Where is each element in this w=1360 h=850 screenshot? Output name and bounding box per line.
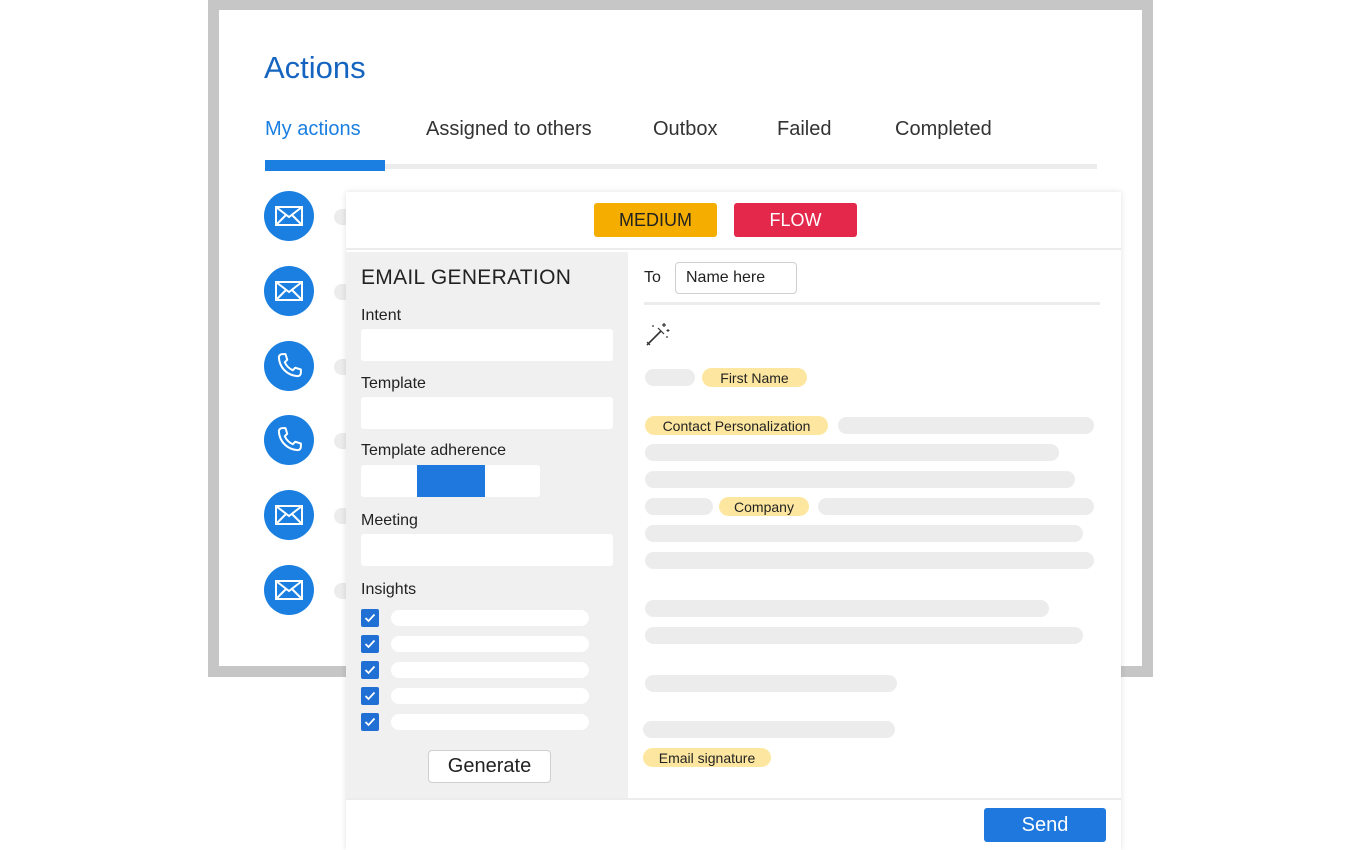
variable-chip-company[interactable]: Company <box>719 497 809 516</box>
check-icon <box>364 691 376 701</box>
template-adherence-label: Template adherence <box>361 442 506 459</box>
meeting-input[interactable] <box>361 534 613 566</box>
envelope-icon <box>264 565 314 615</box>
check-icon <box>364 717 376 727</box>
priority-badge-medium: MEDIUM <box>594 203 717 237</box>
text-placeholder <box>643 721 895 738</box>
insights-label: Insights <box>361 581 417 598</box>
insight-item <box>361 661 589 679</box>
adherence-level-fill[interactable] <box>417 465 485 497</box>
to-label: To <box>644 269 661 286</box>
tab-completed[interactable]: Completed <box>895 118 992 141</box>
insight-item <box>361 609 589 627</box>
divider <box>644 302 1100 305</box>
recipient-input[interactable] <box>675 262 797 294</box>
check-icon <box>364 613 376 623</box>
insight-placeholder <box>391 636 589 652</box>
tab-outbox[interactable]: Outbox <box>653 118 717 141</box>
tab-my-actions[interactable]: My actions <box>265 118 361 141</box>
text-placeholder <box>645 471 1075 488</box>
text-placeholder <box>645 627 1083 644</box>
send-button[interactable]: Send <box>984 808 1106 842</box>
text-placeholder <box>645 369 695 386</box>
variable-chip-contact-personalization[interactable]: Contact Personalization <box>645 416 828 435</box>
variable-chip-email-signature[interactable]: Email signature <box>643 748 771 767</box>
envelope-icon <box>264 490 314 540</box>
panel-title: EMAIL GENERATION <box>361 266 572 289</box>
email-generation-panel: EMAIL GENERATION Intent Template Templat… <box>346 252 628 798</box>
insight-checkbox[interactable] <box>361 713 379 731</box>
text-placeholder <box>838 417 1094 434</box>
envelope-icon <box>264 266 314 316</box>
email-generation-card: MEDIUM FLOW EMAIL GENERATION Intent Temp… <box>346 192 1121 850</box>
template-label: Template <box>361 375 426 392</box>
text-placeholder <box>645 675 897 692</box>
tab-track <box>265 164 1097 169</box>
envelope-icon <box>264 191 314 241</box>
insight-checkbox[interactable] <box>361 609 379 627</box>
text-placeholder <box>645 498 713 515</box>
generate-button[interactable]: Generate <box>428 750 551 783</box>
insight-checkbox[interactable] <box>361 635 379 653</box>
meeting-label: Meeting <box>361 512 418 529</box>
card-footer: Send <box>346 798 1121 850</box>
insight-checkbox[interactable] <box>361 687 379 705</box>
intent-input[interactable] <box>361 329 613 361</box>
phone-icon <box>264 341 314 391</box>
insight-item <box>361 687 589 705</box>
text-placeholder <box>818 498 1094 515</box>
text-placeholder <box>645 552 1094 569</box>
actions-tabs: My actions Assigned to others Outbox Fai… <box>264 118 1104 148</box>
insight-checkbox[interactable] <box>361 661 379 679</box>
insight-placeholder <box>391 688 589 704</box>
page-title: Actions <box>264 50 366 85</box>
tab-assigned-to-others[interactable]: Assigned to others <box>426 118 592 141</box>
card-header: MEDIUM FLOW <box>346 192 1121 250</box>
text-placeholder <box>645 525 1083 542</box>
text-placeholder <box>645 444 1059 461</box>
text-placeholder <box>645 600 1049 617</box>
template-adherence-slider[interactable] <box>361 465 540 497</box>
check-icon <box>364 665 376 675</box>
insight-placeholder <box>391 662 589 678</box>
template-input[interactable] <box>361 397 613 429</box>
active-tab-indicator <box>265 160 385 171</box>
intent-label: Intent <box>361 307 402 324</box>
variable-chip-first-name[interactable]: First Name <box>702 368 807 387</box>
insight-item <box>361 635 589 653</box>
tab-failed[interactable]: Failed <box>777 118 831 141</box>
type-badge-flow: FLOW <box>734 203 857 237</box>
email-preview-panel: To First Name Contact Personalization Co… <box>628 252 1121 798</box>
check-icon <box>364 639 376 649</box>
magic-wand-icon[interactable] <box>644 322 670 348</box>
insight-placeholder <box>391 610 589 626</box>
phone-icon <box>264 415 314 465</box>
insight-item <box>361 713 589 731</box>
insight-placeholder <box>391 714 589 730</box>
